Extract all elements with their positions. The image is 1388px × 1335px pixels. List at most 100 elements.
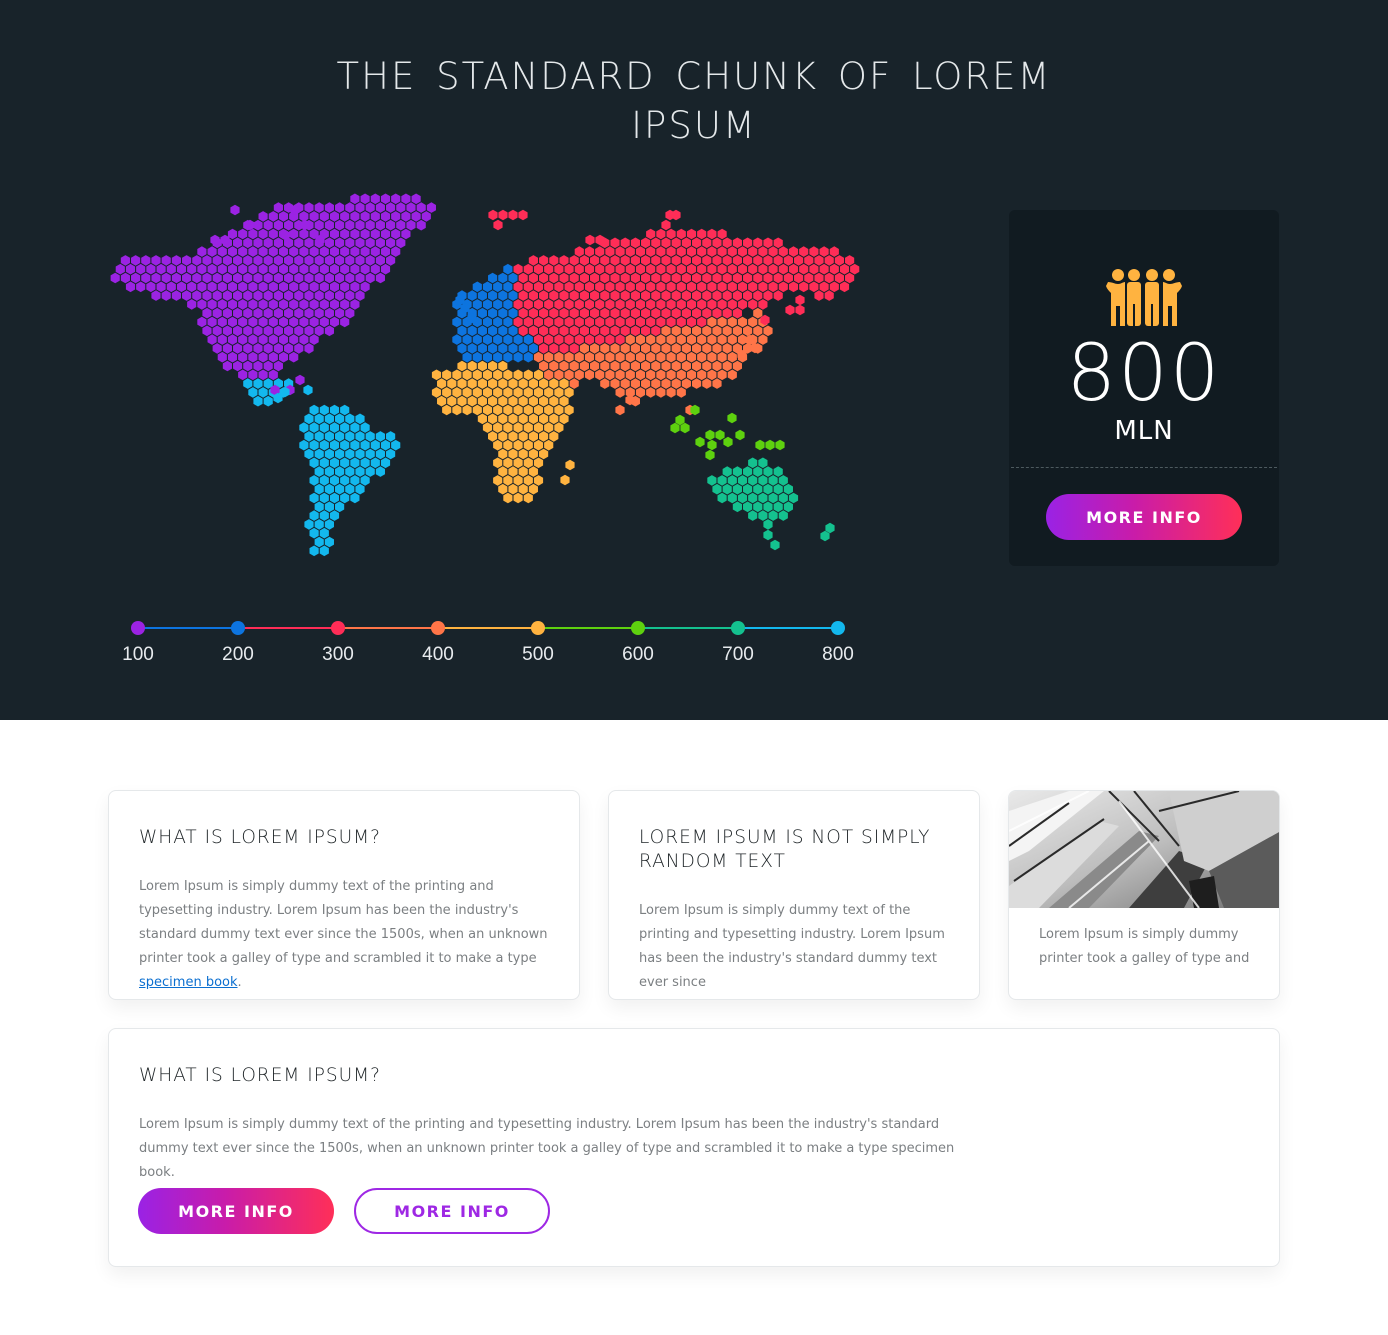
hex-south-america xyxy=(314,501,324,513)
hex-africa xyxy=(554,387,564,398)
hex-asia xyxy=(620,378,630,389)
hex-russia xyxy=(717,299,727,310)
hex-north-america xyxy=(136,263,146,275)
hex-north-america xyxy=(233,360,243,372)
hex-russia xyxy=(681,255,691,266)
hex-russia xyxy=(518,209,528,221)
hex-north-america xyxy=(314,272,324,284)
hex-russia xyxy=(615,281,625,293)
hex-europe xyxy=(498,343,508,354)
hex-south-america xyxy=(324,431,334,442)
hex-north-america xyxy=(268,316,278,328)
hex-north-america xyxy=(345,237,355,249)
hex-north-america xyxy=(222,307,232,319)
hex-north-america xyxy=(268,246,278,257)
hex-north-america xyxy=(192,272,202,284)
hex-north-america xyxy=(278,281,289,293)
hex-south-america xyxy=(309,492,319,504)
hex-north-america xyxy=(263,255,273,266)
hex-indonesia xyxy=(695,436,705,448)
hex-north-america xyxy=(273,255,283,266)
hex-asia xyxy=(692,360,702,372)
hex-south-america xyxy=(370,439,380,451)
hex-south-america xyxy=(335,448,345,460)
hex-south-america xyxy=(319,475,329,486)
hex-north-america xyxy=(380,246,391,257)
legend-dot xyxy=(131,621,145,635)
hex-north-america xyxy=(295,374,305,386)
hex-europe xyxy=(452,316,462,328)
hex-asia xyxy=(610,378,620,389)
hex-north-america xyxy=(238,299,248,310)
hex-north-america xyxy=(324,290,334,301)
hex-south-america xyxy=(345,466,355,477)
hex-africa xyxy=(488,360,498,372)
hex-north-america xyxy=(304,290,314,301)
more-info-outline-button[interactable]: MORE INFO xyxy=(354,1188,550,1234)
hex-north-america xyxy=(416,219,426,231)
hex-russia xyxy=(559,307,569,319)
hex-russia xyxy=(661,255,671,266)
hex-russia xyxy=(569,343,579,354)
hex-russia xyxy=(615,299,625,310)
hex-north-america xyxy=(329,211,340,222)
hex-north-america xyxy=(299,334,309,345)
hex-russia xyxy=(666,246,676,257)
hex-russia xyxy=(630,307,640,319)
hex-south-america xyxy=(370,457,380,469)
wide-card-title: WHAT IS LOREM IPSUM? xyxy=(139,1065,381,1086)
hex-north-america xyxy=(233,343,243,354)
hex-asia xyxy=(656,334,666,345)
hex-south-america xyxy=(345,448,355,460)
hex-north-america xyxy=(248,299,258,310)
hex-south-america xyxy=(324,519,334,530)
hex-asia xyxy=(630,360,640,372)
hex-australia xyxy=(768,510,778,521)
hex-south-america xyxy=(360,457,370,469)
hex-australia xyxy=(743,483,753,495)
hex-russia xyxy=(809,246,819,257)
hex-russia xyxy=(533,281,544,293)
hex-russia xyxy=(763,237,773,249)
hex-africa xyxy=(523,422,533,433)
hex-north-america xyxy=(335,219,345,231)
hex-africa xyxy=(462,404,472,416)
hex-north-america xyxy=(345,219,355,231)
hex-north-america xyxy=(207,316,217,328)
hex-asia xyxy=(722,325,732,337)
hex-asia xyxy=(605,369,615,381)
hex-africa xyxy=(457,395,467,407)
hex-south-america xyxy=(340,422,350,433)
hex-north-america xyxy=(284,307,294,319)
hex-south-america xyxy=(329,439,340,451)
hex-north-america xyxy=(284,255,294,266)
hex-asia xyxy=(630,343,640,354)
hex-russia xyxy=(809,281,819,293)
hex-russia xyxy=(539,272,549,284)
hex-north-america xyxy=(335,307,345,319)
hex-south-america xyxy=(319,545,329,557)
hex-africa xyxy=(452,369,462,381)
hex-russia xyxy=(508,209,518,221)
hex-russia xyxy=(743,237,753,249)
hex-north-america xyxy=(197,263,207,275)
hex-russia xyxy=(646,299,656,310)
hex-north-america xyxy=(294,343,304,354)
hex-asia xyxy=(564,351,574,363)
more-info-primary-button[interactable]: MORE INFO xyxy=(138,1188,334,1234)
hex-asia xyxy=(758,334,768,345)
hex-north-america xyxy=(253,237,263,249)
hex-south-america xyxy=(319,422,329,433)
hex-russia xyxy=(584,246,595,257)
hex-north-america xyxy=(314,307,324,319)
stat-more-info-button[interactable]: MORE INFO xyxy=(1046,494,1242,540)
hex-africa xyxy=(528,448,538,460)
hex-south-america xyxy=(304,431,314,442)
hex-north-america xyxy=(304,202,314,213)
hex-australia xyxy=(783,483,793,495)
hex-north-america xyxy=(391,211,401,222)
hex-north-america xyxy=(238,281,248,293)
specimen-book-link[interactable]: specimen book xyxy=(139,975,238,990)
hex-asia xyxy=(748,316,758,328)
hex-south-america xyxy=(299,422,309,433)
